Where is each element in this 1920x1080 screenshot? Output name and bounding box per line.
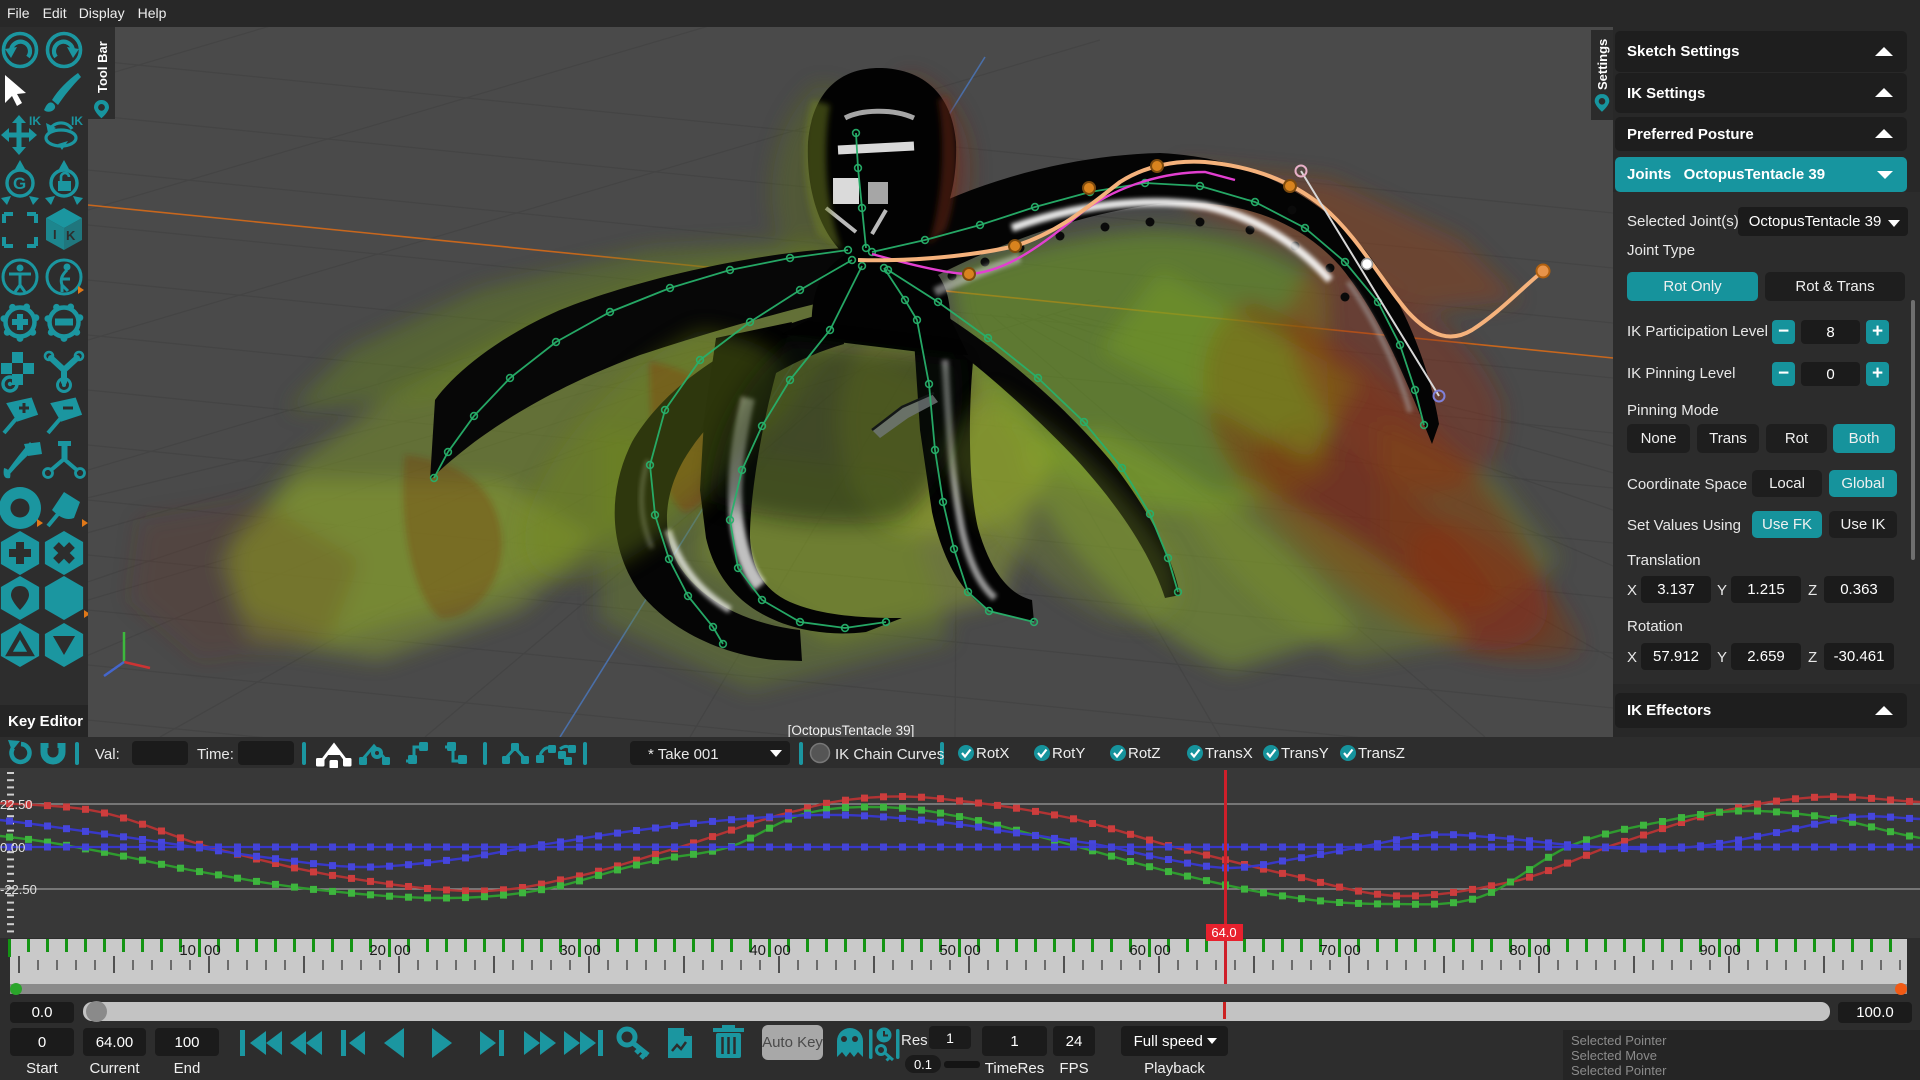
svg-text:IK: IK — [71, 114, 83, 128]
svg-text:RotZ: RotZ — [1128, 745, 1161, 762]
svg-text:80: 80 — [1509, 942, 1526, 959]
svg-text:Tool Bar: Tool Bar — [95, 41, 110, 93]
svg-text:22.50: 22.50 — [0, 797, 33, 812]
svg-text:TransY: TransY — [1281, 745, 1329, 762]
svg-text:64.0: 64.0 — [1211, 925, 1236, 940]
svg-text:TransX: TransX — [1205, 745, 1253, 762]
svg-text:00: 00 — [774, 942, 791, 959]
svg-text:40: 40 — [749, 942, 766, 959]
svg-text:20: 20 — [369, 942, 386, 959]
svg-text:[OctopusTentacle 39]: [OctopusTentacle 39] — [788, 723, 915, 737]
svg-text:0.00: 0.00 — [0, 840, 25, 855]
svg-text:00: 00 — [1534, 942, 1551, 959]
svg-text:K: K — [66, 228, 76, 243]
svg-text:RotY: RotY — [1052, 745, 1085, 762]
svg-text:Settings: Settings — [1595, 39, 1610, 90]
svg-text:50: 50 — [939, 942, 956, 959]
svg-text:I: I — [53, 227, 57, 242]
svg-text:00: 00 — [1154, 942, 1171, 959]
svg-text:TransZ: TransZ — [1358, 745, 1405, 762]
svg-text:IK: IK — [29, 114, 41, 128]
svg-text:-22.50: -22.50 — [0, 882, 37, 897]
svg-text:10: 10 — [179, 942, 196, 959]
svg-text:RotX: RotX — [976, 745, 1009, 762]
svg-text:G: G — [13, 174, 26, 193]
svg-text:00: 00 — [1344, 942, 1361, 959]
svg-text:00: 00 — [1724, 942, 1741, 959]
svg-text:00: 00 — [584, 942, 601, 959]
svg-text:70: 70 — [1319, 942, 1336, 959]
svg-text:30: 30 — [559, 942, 576, 959]
svg-text:60: 60 — [1129, 942, 1146, 959]
svg-text:90: 90 — [1699, 942, 1716, 959]
svg-text:00: 00 — [204, 942, 221, 959]
svg-text:00: 00 — [394, 942, 411, 959]
svg-text:00: 00 — [964, 942, 981, 959]
